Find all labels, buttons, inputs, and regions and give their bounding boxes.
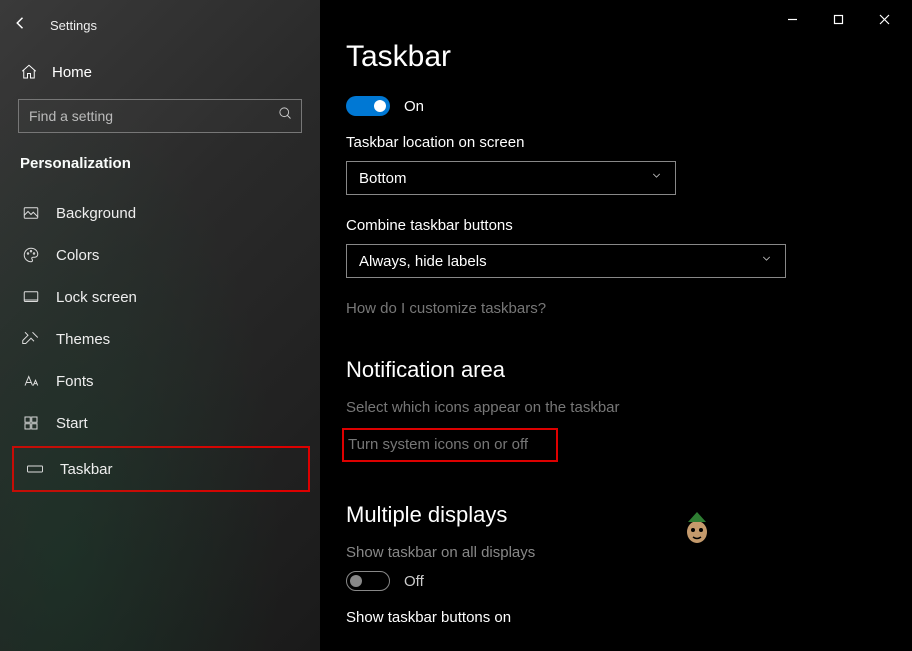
minimize-button[interactable]: [770, 4, 814, 34]
toggle-label: On: [404, 98, 424, 115]
toggle-row-off: Off: [346, 571, 872, 591]
sidebar-item-background[interactable]: Background: [0, 192, 320, 234]
search-container: [0, 95, 320, 147]
search-icon: [278, 106, 293, 126]
combine-select[interactable]: Always, hide labels: [346, 244, 786, 278]
sidebar-item-start[interactable]: Start: [0, 402, 320, 444]
back-icon[interactable]: [12, 14, 30, 37]
page-title: Taskbar: [346, 40, 872, 74]
home-nav[interactable]: Home: [0, 45, 320, 95]
search-input[interactable]: [29, 108, 267, 124]
select-value: Bottom: [359, 170, 407, 187]
multi-buttons-label: Show taskbar buttons on: [346, 609, 872, 626]
palette-icon: [22, 246, 40, 264]
image-icon: [22, 204, 40, 222]
section-label: Personalization: [0, 147, 320, 192]
themes-icon: [22, 330, 40, 348]
location-label: Taskbar location on screen: [346, 134, 872, 151]
home-icon: [20, 63, 38, 81]
select-value: Always, hide labels: [359, 253, 487, 270]
sidebar-item-lockscreen[interactable]: Lock screen: [0, 276, 320, 318]
fonts-icon: [22, 372, 40, 390]
window-controls: [770, 4, 906, 34]
taskbar-highlight: Taskbar: [12, 446, 310, 492]
maximize-button[interactable]: [816, 4, 860, 34]
taskbar-icon: [26, 460, 44, 478]
system-icons-highlight: Turn system icons on or off: [342, 428, 558, 462]
settings-window: Settings Home Personalization Backgro: [0, 0, 912, 651]
toggle-switch-on[interactable]: [346, 96, 390, 116]
toggle-switch-off[interactable]: [346, 571, 390, 591]
multi-desc: Show taskbar on all displays: [346, 544, 872, 561]
search-box[interactable]: [18, 99, 302, 133]
sidebar: Settings Home Personalization Backgro: [0, 0, 320, 651]
sidebar-item-label: Themes: [56, 331, 110, 348]
app-title: Settings: [50, 18, 97, 33]
sidebar-item-label: Start: [56, 415, 88, 432]
main-panel: Taskbar On Taskbar location on screen Bo…: [320, 0, 912, 651]
sidebar-item-label: Lock screen: [56, 289, 137, 306]
sidebar-item-fonts[interactable]: Fonts: [0, 360, 320, 402]
chevron-down-icon: [760, 252, 773, 270]
customize-link[interactable]: How do I customize taskbars?: [346, 300, 546, 317]
lockscreen-icon: [22, 288, 40, 306]
notification-title: Notification area: [346, 357, 872, 383]
titlebar-left: Settings: [0, 8, 320, 45]
sidebar-item-label: Colors: [56, 247, 99, 264]
sidebar-item-colors[interactable]: Colors: [0, 234, 320, 276]
toggle-label: Off: [404, 573, 424, 590]
sidebar-item-label: Taskbar: [60, 461, 113, 478]
home-label: Home: [52, 64, 92, 81]
chevron-down-icon: [650, 169, 663, 187]
sidebar-item-label: Background: [56, 205, 136, 222]
sidebar-item-taskbar[interactable]: Taskbar: [16, 450, 306, 488]
multiple-displays-title: Multiple displays: [346, 502, 872, 528]
sidebar-item-themes[interactable]: Themes: [0, 318, 320, 360]
start-icon: [22, 414, 40, 432]
combine-label: Combine taskbar buttons: [346, 217, 872, 234]
location-select[interactable]: Bottom: [346, 161, 676, 195]
notification-link-select-icons[interactable]: Select which icons appear on the taskbar: [346, 399, 872, 416]
mascot-icon: [682, 510, 712, 544]
nav-list: Background Colors Lock screen Themes: [0, 192, 320, 492]
notification-link-system-icons[interactable]: Turn system icons on or off: [348, 436, 528, 453]
toggle-row-on: On: [346, 96, 872, 116]
sidebar-item-label: Fonts: [56, 373, 94, 390]
close-button[interactable]: [862, 4, 906, 34]
